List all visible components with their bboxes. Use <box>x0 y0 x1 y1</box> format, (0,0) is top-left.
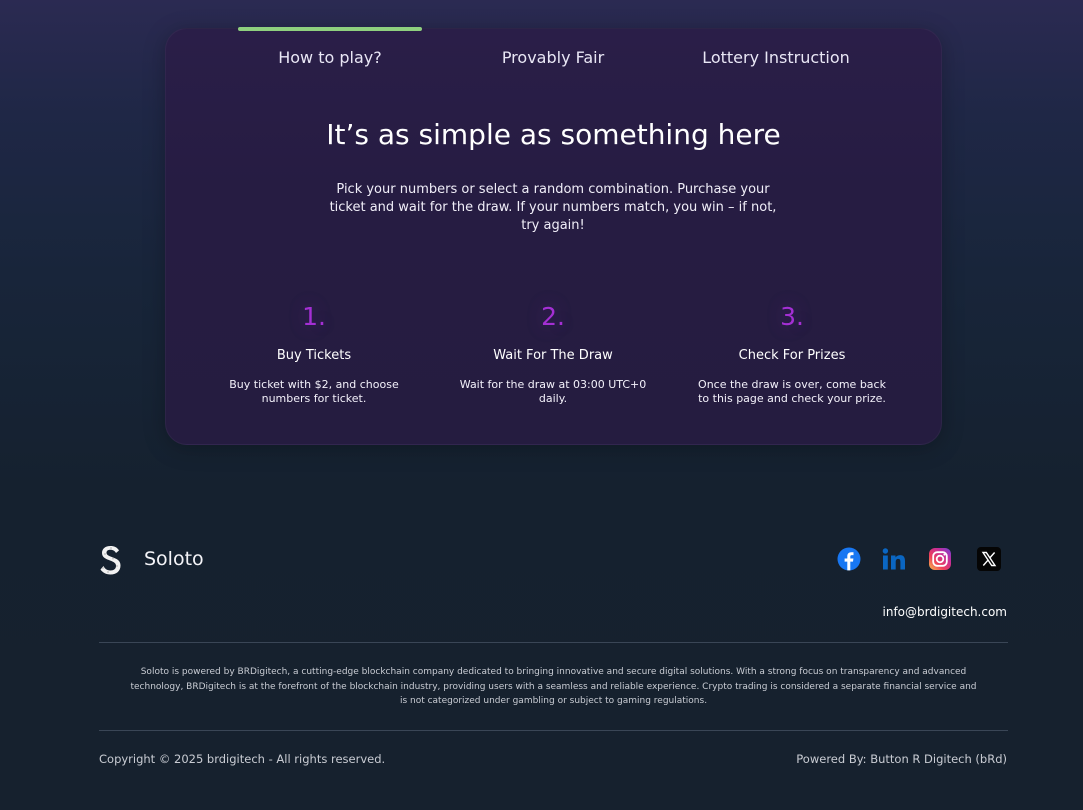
section-intro: Pick your numbers or select a random com… <box>329 182 777 233</box>
step-title: Buy Tickets <box>276 348 352 363</box>
section-headline: It’s as simple as something here <box>326 118 781 151</box>
step-title: Check For Prizes <box>738 348 846 363</box>
active-tab-indicator <box>238 27 422 31</box>
copyright-text: Copyright © 2025 brdigitech - All rights… <box>99 752 386 766</box>
tab-how-to-play[interactable]: How to play? <box>238 48 422 70</box>
step-number: 3. <box>780 302 804 331</box>
tab-lottery-instruction[interactable]: Lottery Instruction <box>680 48 872 70</box>
footer-brand-name[interactable]: Soloto <box>144 548 204 570</box>
step-number: 1. <box>302 302 326 331</box>
linkedin-icon[interactable] <box>882 547 906 571</box>
step-description: Once the draw is over, come back to this… <box>698 378 886 405</box>
footer-disclaimer: Soloto is powered by BRDigitech, a cutti… <box>130 667 977 706</box>
step-card-buy-tickets: 1. Buy Tickets Buy ticket with $2, and c… <box>214 300 414 406</box>
contact-email-link[interactable]: info@brdigitech.com <box>883 605 1007 619</box>
footer-divider <box>99 730 1008 731</box>
tab-provably-fair[interactable]: Provably Fair <box>460 48 646 70</box>
footer-divider <box>99 642 1008 643</box>
soloto-logo-icon[interactable] <box>99 544 123 576</box>
facebook-icon[interactable] <box>837 547 861 571</box>
powered-by-text: Powered By: Button R Digitech (bRd) <box>796 752 1007 766</box>
step-description: Buy ticket with $2, and choose numbers f… <box>229 378 399 405</box>
x-twitter-icon[interactable] <box>977 547 1001 571</box>
step-card-check-prizes: 3. Check For Prizes Once the draw is ove… <box>692 300 892 406</box>
step-card-wait-for-draw: 2. Wait For The Draw Wait for the draw a… <box>453 300 653 406</box>
instagram-icon[interactable] <box>928 547 952 571</box>
step-description: Wait for the draw at 03:00 UTC+0 daily. <box>459 378 647 405</box>
step-title: Wait For The Draw <box>493 348 613 363</box>
step-number: 2. <box>541 302 565 331</box>
